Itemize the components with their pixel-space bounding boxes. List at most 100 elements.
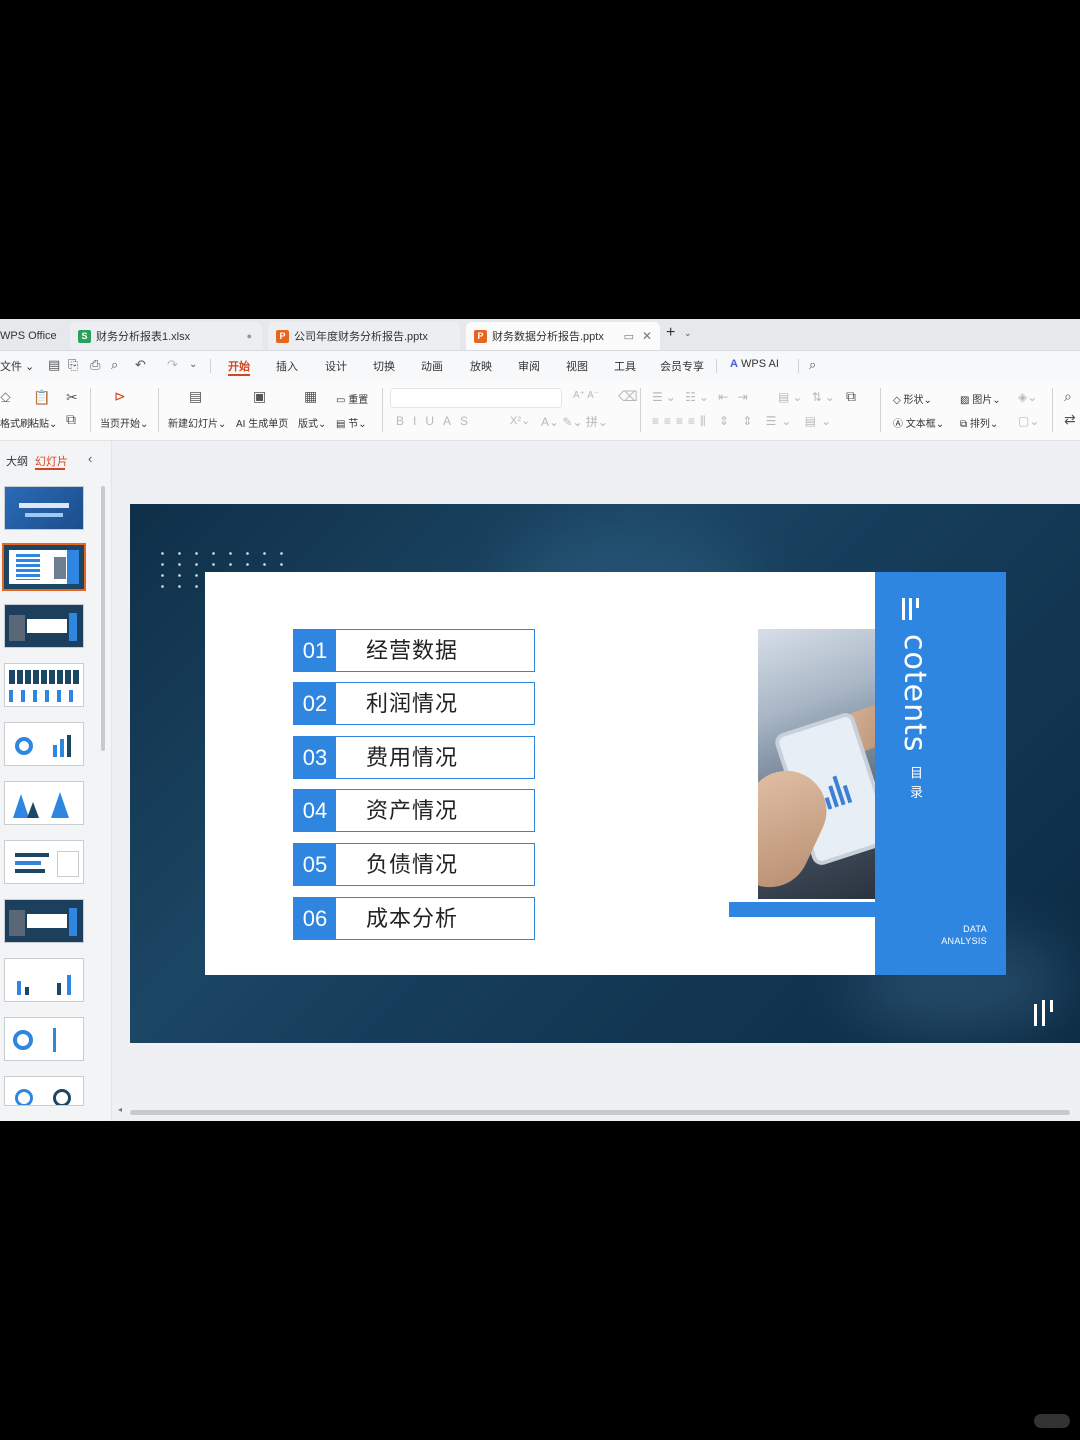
menu-member[interactable]: 会员专享 — [660, 358, 704, 374]
find-icon[interactable]: ⌕ — [1064, 388, 1072, 405]
slide-thumbnail-9[interactable] — [4, 958, 84, 1002]
item-label: 成本分析 — [366, 906, 459, 931]
contents-item-01[interactable]: 01 经营数据 — [293, 629, 535, 672]
tab-xlsx[interactable]: S 财务分析报表1.xlsx ● — [70, 322, 262, 350]
cut-icon[interactable]: ✂ — [66, 389, 78, 406]
superscript-icon[interactable]: X²⌄ — [510, 414, 530, 427]
play-from-current-button[interactable]: 当页开始⌄ — [100, 415, 148, 430]
ai-generate-page-button[interactable]: AI 生成单页 — [236, 415, 288, 430]
font-color-icon[interactable]: A⌄ ✎⌄ 拼⌄ — [541, 413, 608, 430]
chevron-down-icon[interactable]: ⌄ — [684, 328, 692, 339]
monitor-icon[interactable]: ▭ — [624, 330, 634, 343]
slide-thumbnail-8[interactable] — [4, 899, 84, 943]
scroll-left-icon[interactable]: ◂ — [118, 1105, 122, 1114]
save-icon[interactable]: ▤ — [48, 357, 60, 373]
textbox-button[interactable]: Ⓐ 文本框⌄ — [893, 415, 944, 430]
slide-thumbnail-10[interactable] — [4, 1017, 84, 1061]
outline-icon[interactable]: ▢⌄ — [1018, 414, 1039, 428]
slide-thumbnail-2[interactable] — [2, 543, 86, 591]
undo-icon[interactable]: ↶ — [135, 357, 146, 373]
section-icon: ▤ — [336, 419, 346, 430]
clear-format-icon[interactable]: ⌫ — [618, 388, 638, 405]
play-icon[interactable]: ⊳ — [114, 388, 126, 405]
convert-icon[interactable]: ⧉ — [846, 388, 856, 405]
thumbnail-scrollbar[interactable] — [101, 486, 105, 751]
tablet-photo[interactable] — [758, 629, 883, 899]
new-slide-button[interactable]: 新建幻灯片⌄ — [168, 415, 226, 430]
menu-home[interactable]: 开始 — [228, 358, 250, 374]
wps-home-tab[interactable]: WPS Office — [0, 322, 62, 350]
shape-icon: ◇ — [893, 395, 901, 406]
contents-item-05[interactable]: 05 负债情况 — [293, 843, 535, 886]
layout-icon[interactable]: ▦ — [304, 388, 317, 405]
divider — [880, 388, 881, 432]
font-name-select[interactable] — [390, 388, 562, 408]
slide-thumbnail-5[interactable] — [4, 722, 84, 766]
contents-item-03[interactable]: 03 费用情况 — [293, 736, 535, 779]
search-icon[interactable]: ⌕ — [809, 357, 816, 373]
slide-title: cotents — [897, 634, 932, 753]
tab-slides[interactable]: 幻灯片 — [35, 453, 68, 469]
section-button[interactable]: ▤ 节⌄ — [336, 415, 367, 430]
text-format-icons[interactable]: BIUAS — [396, 414, 477, 428]
new-tab-button[interactable]: + — [666, 324, 675, 342]
menu-tools[interactable]: 工具 — [614, 358, 636, 374]
contents-item-02[interactable]: 02 利润情况 — [293, 682, 535, 725]
new-slide-icon[interactable]: ▤ — [189, 388, 202, 405]
menu-review[interactable]: 审阅 — [518, 358, 540, 374]
collapse-panel-icon[interactable]: ‹ — [88, 451, 92, 466]
tab-annual-report[interactable]: P 公司年度财务分析报告.pptx — [268, 322, 460, 350]
menu-insert[interactable]: 插入 — [276, 358, 298, 374]
item-label: 负债情况 — [366, 852, 459, 877]
paste-button[interactable]: 粘贴⌄ — [29, 415, 57, 430]
align-icons[interactable]: ≡≡≡≡⫼ ⇕ ⇕ ☰⌄ ▤⌄ — [652, 414, 836, 429]
slide-thumbnail-panel: 大纲 幻灯片 ‹ — [0, 441, 112, 1121]
print-preview-icon[interactable]: ⌕ — [111, 357, 118, 373]
wps-ai-icon: A — [730, 358, 738, 370]
arrange-button[interactable]: ⧉ 排列⌄ — [960, 415, 998, 430]
export-icon[interactable]: ⎘ — [68, 357, 78, 373]
slide-thumbnail-1[interactable] — [4, 486, 84, 530]
format-painter-button[interactable]: 格式刷 — [0, 415, 30, 430]
item-label: 费用情况 — [366, 745, 459, 770]
close-icon[interactable]: ✕ — [642, 329, 652, 343]
chevron-down-icon[interactable]: ⌄ — [189, 359, 197, 370]
replace-icon[interactable]: ⇄ — [1064, 411, 1076, 428]
font-grow-icon[interactable]: A⁺ A⁻ — [573, 390, 599, 401]
slide-thumbnail-6[interactable] — [4, 781, 84, 825]
slide-thumbnail-4[interactable] — [4, 663, 84, 707]
tab-data-report-active[interactable]: P 财务数据分析报告.pptx ▭ ✕ — [466, 322, 660, 350]
format-painter-icon[interactable]: ⎐ — [0, 389, 11, 406]
image-button[interactable]: ▨ 图片⌄ — [960, 391, 1001, 406]
contents-item-04[interactable]: 04 资产情况 — [293, 789, 535, 832]
watermark — [1034, 1414, 1070, 1428]
menu-wps-ai[interactable]: A WPS AI — [730, 358, 779, 370]
shape-button[interactable]: ◇ 形状⌄ — [893, 391, 932, 406]
redo-icon[interactable]: ↷ — [167, 357, 178, 373]
print-icon[interactable]: ⎙ — [90, 357, 100, 373]
text-direction-icons[interactable]: ▤⌄ ⇅⌄ — [778, 390, 838, 404]
fill-icon[interactable]: ◈⌄ — [1018, 390, 1037, 404]
menu-design[interactable]: 设计 — [325, 358, 347, 374]
reset-button[interactable]: ▭ 重置 — [336, 391, 368, 406]
slide-thumbnail-11[interactable] — [4, 1076, 84, 1106]
menu-transition[interactable]: 切换 — [373, 358, 395, 374]
slide-thumbnail-7[interactable] — [4, 840, 84, 884]
menu-view[interactable]: 视图 — [566, 358, 588, 374]
ai-page-icon[interactable]: ▣ — [253, 388, 266, 405]
divider — [158, 388, 159, 432]
current-slide[interactable]: 01 经营数据 02 利润情况 03 费用情况 04 资产情况 05 负债情况 … — [130, 504, 1080, 1043]
paste-icon[interactable]: 📋 — [33, 389, 50, 406]
item-number: 03 — [294, 737, 336, 778]
menu-slideshow[interactable]: 放映 — [470, 358, 492, 374]
menu-file[interactable]: 文件 ⌄ — [0, 358, 34, 374]
contents-item-06[interactable]: 06 成本分析 — [293, 897, 535, 940]
layout-button[interactable]: 版式⌄ — [298, 415, 326, 430]
tab-outline[interactable]: 大纲 — [6, 453, 28, 469]
copy-icon[interactable]: ⧉ — [66, 411, 76, 428]
horizontal-scrollbar[interactable] — [130, 1110, 1070, 1115]
item-number: 05 — [294, 844, 336, 885]
slide-thumbnail-3[interactable] — [4, 604, 84, 648]
menu-animation[interactable]: 动画 — [421, 358, 443, 374]
paragraph-icons-row1[interactable]: ☰⌄ ☷⌄ ⇤ ⇥ — [652, 390, 751, 404]
